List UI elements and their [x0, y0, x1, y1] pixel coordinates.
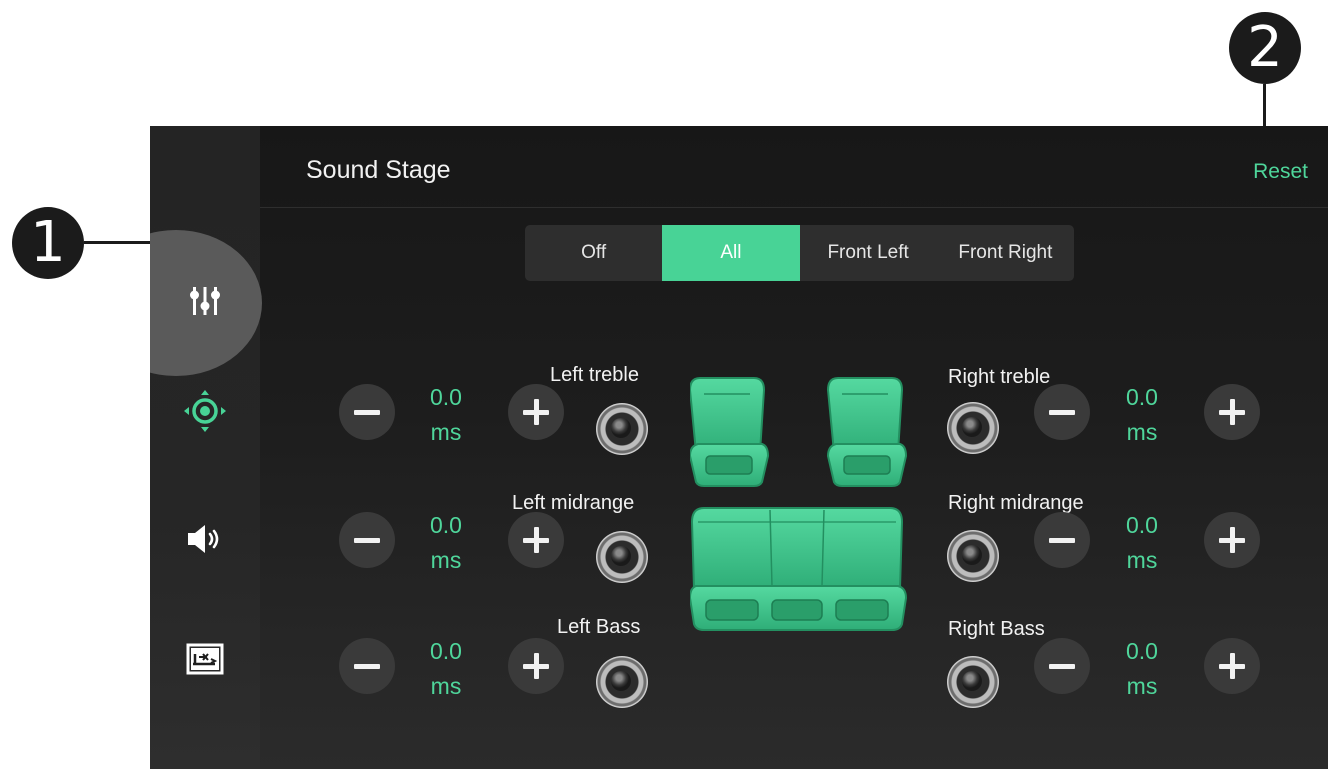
right-midrange-increase-button[interactable]	[1204, 512, 1260, 568]
header-divider	[260, 207, 1328, 208]
left-bass-label: Left Bass	[557, 616, 641, 638]
left-midrange-speaker-icon[interactable]	[596, 531, 648, 583]
left-bass-unit: ms	[430, 673, 462, 699]
right-bass-speaker-icon[interactable]	[947, 656, 999, 708]
left-treble-unit: ms	[430, 419, 462, 445]
callout-1-badge: 1	[12, 207, 84, 279]
right-midrange-unit: ms	[1126, 547, 1158, 573]
minus-icon	[354, 409, 380, 415]
mode-selector: Off All Front Left Front Right	[525, 225, 1074, 281]
left-bass-increase-button[interactable]	[508, 638, 564, 694]
right-midrange-speaker-icon[interactable]	[947, 530, 999, 582]
right-bass-value: 0.0	[1126, 638, 1158, 664]
sidebar-item-equalizer[interactable]	[175, 271, 235, 331]
minus-icon	[1049, 409, 1075, 415]
minus-icon	[354, 537, 380, 543]
left-midrange-increase-button[interactable]	[508, 512, 564, 568]
mode-option-front-right[interactable]: Front Right	[937, 225, 1074, 281]
mode-option-front-left[interactable]: Front Left	[800, 225, 937, 281]
left-bass-decrease-button[interactable]	[339, 638, 395, 694]
minus-icon	[1049, 663, 1075, 669]
right-treble-decrease-button[interactable]	[1034, 384, 1090, 440]
speaker-volume-icon	[188, 525, 219, 553]
sound-position-icon	[184, 390, 226, 432]
minus-icon	[1049, 537, 1075, 543]
right-bass-increase-button[interactable]	[1204, 638, 1260, 694]
right-treble-unit: ms	[1126, 419, 1158, 445]
right-treble-label: Right treble	[948, 366, 1051, 388]
left-treble-decrease-button[interactable]	[339, 384, 395, 440]
right-treble-increase-button[interactable]	[1204, 384, 1260, 440]
left-midrange-value: 0.0	[430, 512, 462, 538]
left-bass-value: 0.0	[430, 638, 462, 664]
rear-bench-seat-icon	[690, 507, 908, 631]
mode-option-off[interactable]: Off	[525, 225, 662, 281]
minus-icon	[354, 663, 380, 669]
left-treble-value: 0.0	[430, 384, 462, 410]
right-midrange-value: 0.0	[1126, 512, 1158, 538]
graph-settings-icon	[186, 643, 224, 675]
sidebar	[150, 126, 262, 769]
left-midrange-unit: ms	[430, 547, 462, 573]
right-bass-label: Right Bass	[948, 618, 1045, 640]
left-bass-speaker-icon[interactable]	[596, 656, 648, 708]
right-bass-unit: ms	[1126, 673, 1158, 699]
mode-option-all[interactable]: All	[662, 225, 800, 281]
left-midrange-decrease-button[interactable]	[339, 512, 395, 568]
sidebar-item-volume[interactable]	[175, 509, 235, 569]
sound-stage-screen: Sound Stage Reset Off All Front Left Fro…	[150, 126, 1328, 769]
page-title: Sound Stage	[306, 156, 451, 184]
right-bass-decrease-button[interactable]	[1034, 638, 1090, 694]
car-seats-icon	[690, 377, 908, 631]
right-treble-value: 0.0	[1126, 384, 1158, 410]
left-treble-speaker-icon[interactable]	[596, 403, 648, 455]
right-midrange-decrease-button[interactable]	[1034, 512, 1090, 568]
left-treble-increase-button[interactable]	[508, 384, 564, 440]
left-treble-label: Left treble	[550, 364, 639, 386]
callout-2-badge: 2	[1229, 12, 1301, 84]
front-left-seat-icon	[690, 377, 770, 487]
left-midrange-label: Left midrange	[512, 492, 635, 514]
front-right-seat-icon	[826, 377, 908, 487]
sidebar-item-sound-position[interactable]	[175, 381, 235, 441]
right-treble-speaker-icon[interactable]	[947, 402, 999, 454]
reset-button[interactable]: Reset	[1253, 160, 1308, 184]
equalizer-sliders-icon	[190, 287, 220, 315]
sidebar-item-graph-settings[interactable]	[175, 629, 235, 689]
